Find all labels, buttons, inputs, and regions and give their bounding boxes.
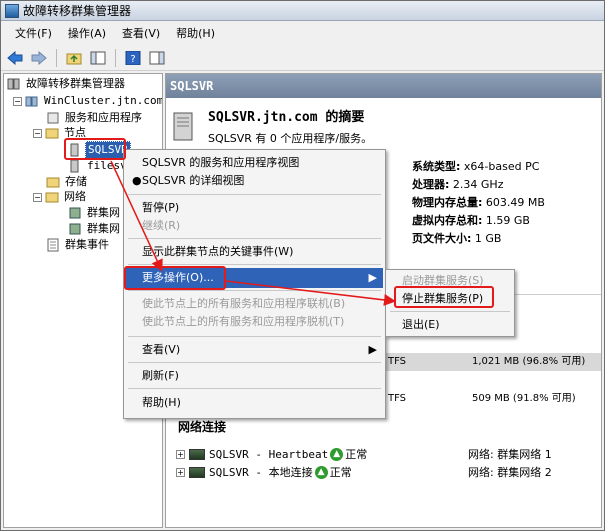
network-row[interactable]: + SQLSVR - 本地连接 ▲ 正常 网络: 群集网络 2 xyxy=(176,464,552,480)
menu-pause[interactable]: 暂停(P) xyxy=(126,198,383,218)
main-window: 故障转移群集管理器 文件(F) 操作(A) 查看(V) 帮助(H) ? 故障转移… xyxy=(0,0,605,531)
collapse-icon[interactable]: − xyxy=(33,192,42,202)
show-hide-tree-icon[interactable] xyxy=(88,48,108,68)
menu-separator xyxy=(128,336,381,337)
annotation-highlight-stop-service xyxy=(394,286,494,308)
tree-events[interactable]: 群集事件 xyxy=(46,237,111,253)
menu-services-view[interactable]: SQLSVR 的服务和应用程序视图 xyxy=(126,153,383,173)
tree-net-2[interactable]: 群集网 xyxy=(68,221,122,237)
prop-physical-memory: 物理内存总量: 603.49 MB xyxy=(412,196,545,209)
events-icon xyxy=(46,238,60,252)
menu-resume[interactable]: 继续(R) xyxy=(126,216,383,236)
menu-refresh[interactable]: 刷新(F) xyxy=(126,366,383,386)
prop-system-type: 系统类型: x64-based PC xyxy=(412,160,540,173)
prop-virtual-memory: 虚拟内存总和: 1.59 GB xyxy=(412,214,530,227)
action-pane-icon[interactable] xyxy=(147,48,167,68)
tree-network[interactable]: − 网络 xyxy=(33,189,88,205)
menu-view[interactable]: 查看(V) ▶ xyxy=(126,340,383,360)
pane-header: SQLSVR xyxy=(166,74,601,98)
forward-arrow-icon[interactable] xyxy=(29,48,49,68)
prop-processor: 处理器: 2.34 GHz xyxy=(412,178,504,191)
tree-root[interactable]: 故障转移群集管理器 xyxy=(7,76,127,92)
toolbar-separator xyxy=(115,48,116,67)
menu-separator xyxy=(128,362,381,363)
menu-view[interactable]: 查看(V) xyxy=(114,23,168,43)
server-icon xyxy=(68,159,82,173)
annotation-highlight-more-actions xyxy=(124,266,226,290)
up-folder-icon[interactable] xyxy=(64,48,84,68)
tree-node-filesv[interactable]: filesv xyxy=(68,158,129,174)
menu-show-critical-events[interactable]: 显示此群集节点的关键事件(W) xyxy=(126,242,383,262)
app-icon xyxy=(5,3,19,18)
tree-net-1[interactable]: 群集网 xyxy=(68,205,122,221)
collapse-icon[interactable]: − xyxy=(13,96,22,106)
menu-separator xyxy=(128,238,381,239)
menu-details-view[interactable]: ● SQLSVR 的详细视图 xyxy=(126,171,383,191)
network-adapter-icon xyxy=(68,222,82,236)
collapse-icon[interactable]: − xyxy=(33,128,42,138)
submenu-arrow-icon: ▶ xyxy=(368,271,377,284)
menu-exit[interactable]: 退出(E) xyxy=(388,315,512,335)
toolbar: ? xyxy=(1,45,604,71)
nodes-icon xyxy=(45,126,59,140)
cluster-icon xyxy=(25,94,39,108)
network-section-title: 网络连接 xyxy=(178,420,227,434)
svg-text:?: ? xyxy=(130,54,135,65)
back-arrow-icon[interactable] xyxy=(5,48,25,68)
window-title: 故障转移群集管理器 xyxy=(23,4,132,18)
network-adapter-icon xyxy=(68,206,82,220)
tree-services[interactable]: 服务和应用程序 xyxy=(46,110,144,126)
network-row[interactable]: + SQLSVR - Heartbeat ▲ 正常 网络: 群集网络 1 xyxy=(176,446,552,462)
network-adapter-icon xyxy=(189,448,205,460)
menu-action[interactable]: 操作(A) xyxy=(60,23,114,43)
toolbar-separator xyxy=(56,48,57,67)
services-icon xyxy=(46,111,60,125)
tree-cluster[interactable]: − WinCluster.jtn.com xyxy=(13,93,162,109)
menu-help[interactable]: 帮助(H) xyxy=(168,23,223,43)
menu-help[interactable]: 帮助(H) xyxy=(126,393,383,413)
menu-separator xyxy=(128,264,381,265)
network-adapter-icon xyxy=(189,466,205,478)
cluster-manager-icon xyxy=(7,77,21,91)
menu-separator xyxy=(128,194,381,195)
tree-storage[interactable]: 存储 xyxy=(46,174,89,190)
menu-separator xyxy=(390,311,510,312)
bullet-icon: ● xyxy=(132,174,142,187)
summary-subtitle: SQLSVR 有 0 个应用程序/服务。 xyxy=(208,132,373,145)
expand-icon[interactable]: + xyxy=(176,467,185,477)
menu-bring-online[interactable]: 使此节点上的所有服务和应用程序联机(B) xyxy=(126,294,383,314)
status-up-icon: ▲ xyxy=(330,447,344,461)
menu-take-offline[interactable]: 使此节点上的所有服务和应用程序脱机(T) xyxy=(126,312,383,332)
summary-title: SQLSVR.jtn.com 的摘要 xyxy=(208,110,365,125)
status-up-icon: ▲ xyxy=(314,465,328,479)
expand-icon[interactable]: + xyxy=(176,449,185,459)
network-icon xyxy=(45,190,59,204)
menu-bar: 文件(F) 操作(A) 查看(V) 帮助(H) xyxy=(1,22,604,44)
server-large-icon xyxy=(172,112,194,145)
menu-file[interactable]: 文件(F) xyxy=(7,23,60,43)
help-icon[interactable]: ? xyxy=(123,48,143,68)
menu-separator xyxy=(128,290,381,291)
storage-icon xyxy=(46,175,60,189)
menu-separator xyxy=(128,388,381,389)
title-bar: 故障转移群集管理器 xyxy=(1,1,604,21)
submenu-arrow-icon: ▶ xyxy=(368,343,377,356)
prop-pagefile: 页文件大小: 1 GB xyxy=(412,232,502,245)
annotation-highlight-node xyxy=(64,138,126,160)
